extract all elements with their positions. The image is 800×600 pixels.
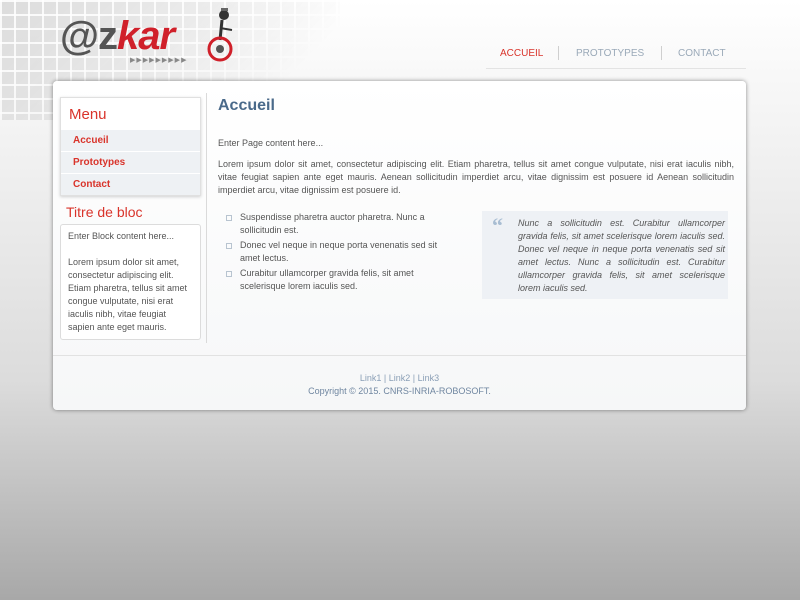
nav-separator <box>661 46 662 60</box>
list-item-text: Suspendisse pharetra auctor pharetra. Nu… <box>240 212 425 235</box>
page-paragraph: Lorem ipsum dolor sit amet, consectetur … <box>218 159 734 195</box>
square-bullet-icon <box>226 243 232 249</box>
list-item-text: Curabitur ullamcorper gravida felis, sit… <box>240 268 414 291</box>
footer-divider <box>53 355 746 356</box>
list-item: Suspendisse pharetra auctor pharetra. Nu… <box>226 211 456 237</box>
nav-accueil[interactable]: ACCUEIL <box>500 48 543 59</box>
quote-text: Nunc a sollicitudin est. Curabitur ullam… <box>518 218 725 293</box>
block-title: Titre de bloc <box>66 204 143 220</box>
footer-link-2[interactable]: Link2 <box>389 373 411 383</box>
content-panel: Menu Accueil Prototypes Contact Titre de… <box>53 81 746 410</box>
sidebar-item-contact[interactable]: Contact <box>61 173 200 195</box>
footer: Link1 | Link2 | Link3 Copyright © 2015. … <box>53 372 746 398</box>
block-content: Enter Block content here... Lorem ipsum … <box>60 224 201 340</box>
square-bullet-icon <box>226 215 232 221</box>
sidebar-item-prototypes[interactable]: Prototypes <box>61 151 200 173</box>
menu-title: Menu <box>69 106 107 123</box>
block-intro: Enter Block content here... <box>68 231 175 241</box>
segway-robot-icon <box>207 8 233 62</box>
top-navigation: ACCUEIL PROTOTYPES CONTACT <box>486 46 746 69</box>
content-columns: Suspendisse pharetra auctor pharetra. Nu… <box>218 211 734 311</box>
footer-separator: | <box>383 373 387 383</box>
logo-wordmark: @zkar <box>60 14 175 58</box>
logo-z: z <box>98 14 118 58</box>
footer-separator: | <box>412 373 416 383</box>
list-item: Donec vel neque in neque porta venenatis… <box>226 239 456 265</box>
page-title: Accueil <box>218 97 275 114</box>
block-text: Lorem ipsum dolor sit amet, consectetur … <box>68 257 188 332</box>
footer-links: Link1 | Link2 | Link3 <box>53 372 746 385</box>
blockquote: “ Nunc a sollicitudin est. Curabitur ull… <box>482 211 728 299</box>
quote-mark-icon: “ <box>492 213 503 238</box>
sidebar-item-accueil[interactable]: Accueil <box>61 129 200 151</box>
nav-separator <box>558 46 559 60</box>
nav-contact[interactable]: CONTACT <box>678 48 726 59</box>
copyright: Copyright © 2015. CNRS-INRIA-ROBOSOFT. <box>308 386 491 396</box>
column-divider <box>206 93 207 343</box>
logo[interactable]: @zkar ▶▶▶▶▶▶▶▶▶ <box>60 6 250 66</box>
page-intro: Enter Page content here... <box>218 138 324 148</box>
list-item: Curabitur ullamcorper gravida felis, sit… <box>226 267 456 293</box>
nav-prototypes[interactable]: PROTOTYPES <box>576 48 644 59</box>
square-bullet-icon <box>226 271 232 277</box>
footer-link-3[interactable]: Link3 <box>418 373 440 383</box>
logo-arrows: ▶▶▶▶▶▶▶▶▶ <box>130 57 188 64</box>
main-content: Accueil Enter Page content here... Lorem… <box>218 97 734 311</box>
logo-kar: kar <box>117 14 175 58</box>
bullet-list: Suspendisse pharetra auctor pharetra. Nu… <box>226 211 456 295</box>
sidebar: Menu Accueil Prototypes Contact Titre de… <box>60 97 201 340</box>
footer-link-1[interactable]: Link1 <box>360 373 382 383</box>
list-item-text: Donec vel neque in neque porta venenatis… <box>240 240 438 263</box>
logo-at-sign: @ <box>60 14 99 58</box>
menu-box: Menu Accueil Prototypes Contact <box>60 97 201 196</box>
